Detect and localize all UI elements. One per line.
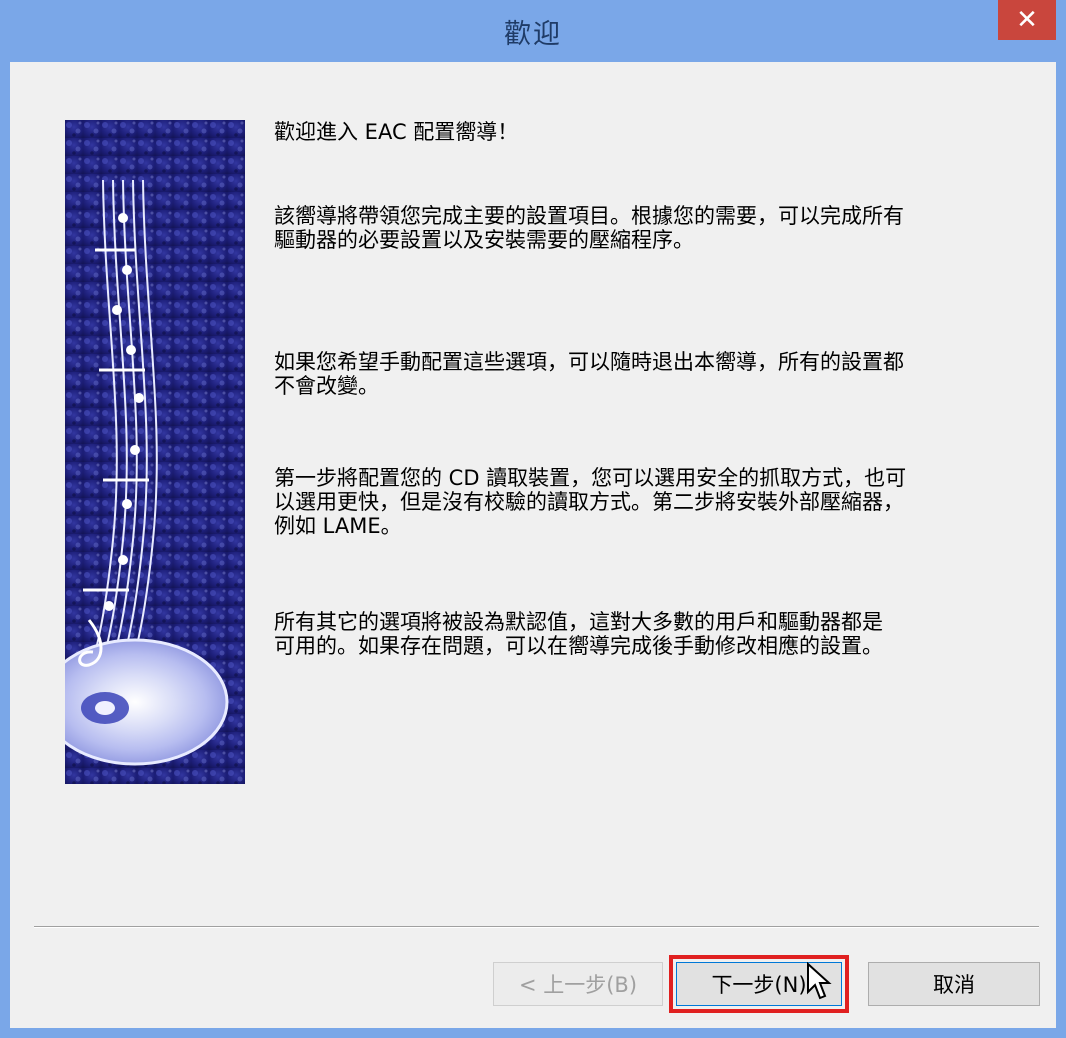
welcome-heading: 歡迎進入 EAC 配置嚮導！ [274,120,519,144]
close-icon: ✕ [1016,5,1038,35]
title-bar[interactable]: 歡迎 ✕ [0,0,1066,62]
wizard-client-area: 歡迎進入 EAC 配置嚮導！ 該嚮導將帶領您完成主要的設置項目。根據您的需要，可… [10,62,1056,1028]
window-title: 歡迎 [504,19,562,50]
steps-paragraph: 第一步將配置您的 CD 讀取裝置，您可以選用安全的抓取方式，也可 以選用更快，但… [274,466,907,538]
wizard-window: 歡迎 ✕ 歡迎進入 EAC 配置嚮導！ 該嚮導將帶領您完成主要的設置項目。根據您… [0,0,1066,1038]
music-cd-banner-image [65,120,245,784]
button-separator [34,926,1039,928]
cancel-button[interactable]: 取消 [868,962,1040,1006]
close-button[interactable]: ✕ [998,0,1056,40]
back-button[interactable]: < 上一步(B) [493,962,663,1006]
mouse-pointer-icon [806,961,832,1006]
manual-config-paragraph: 如果您希望手動配置這些選項，可以隨時退出本嚮導，所有的設置都 不會改變。 [274,350,904,398]
defaults-paragraph: 所有其它的選項將被設為默認值，這對大多數的用戶和驅動器都是 可用的。如果存在問題… [274,610,883,658]
intro-paragraph: 該嚮導將帶領您完成主要的設置項目。根據您的需要，可以完成所有 驅動器的必要設置以… [274,204,904,252]
